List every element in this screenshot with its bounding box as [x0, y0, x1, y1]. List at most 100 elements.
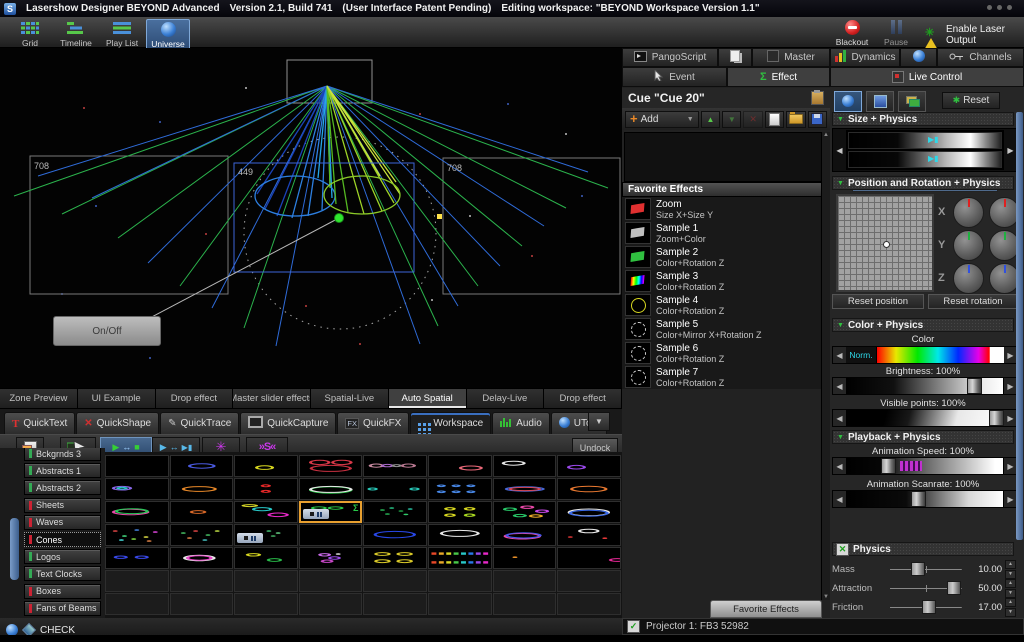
- sidebar-item-boxes[interactable]: Boxes: [24, 584, 101, 599]
- grid-cell[interactable]: [428, 455, 492, 477]
- grid-cell[interactable]: [234, 455, 298, 477]
- zone-tab-drop-effect[interactable]: Drop effect: [544, 388, 622, 409]
- physics-slider-track[interactable]: [887, 581, 965, 595]
- grid-cell[interactable]: [493, 593, 557, 615]
- grid-cell[interactable]: [105, 501, 169, 523]
- grid-cell[interactable]: Σ: [299, 501, 363, 523]
- tab-dynamics[interactable]: Dynamics: [830, 48, 900, 67]
- delete-effect-button[interactable]: ✕: [743, 111, 762, 128]
- grid-cell[interactable]: [557, 524, 621, 546]
- sidebar-item-waves[interactable]: Waves: [24, 515, 101, 530]
- yellow-handle-dot[interactable]: [437, 214, 442, 219]
- grid-cell[interactable]: [557, 547, 621, 569]
- favorite-effect-item[interactable]: Sample 1Zoom+Color: [622, 221, 822, 245]
- slider-left-arrow[interactable]: ◀: [833, 146, 846, 155]
- grid-cell[interactable]: [299, 455, 363, 477]
- sidebar-item-cones[interactable]: Cones: [24, 532, 101, 547]
- grid-cell[interactable]: [557, 455, 621, 477]
- grid-cell[interactable]: [234, 478, 298, 500]
- cue-clipboard-icon[interactable]: [811, 91, 824, 105]
- position-knob-y[interactable]: [953, 230, 984, 261]
- grid-cell[interactable]: [428, 501, 492, 523]
- grid-cell[interactable]: [428, 593, 492, 615]
- enable-laser-button[interactable]: ✳: [920, 21, 942, 39]
- grid-cell[interactable]: [170, 547, 234, 569]
- quick-tabs-dropdown-button[interactable]: ▼: [588, 412, 610, 431]
- spinner-up-button[interactable]: ▲: [1005, 560, 1016, 569]
- favorite-effects-bottom-tab[interactable]: Favorite Effects: [710, 600, 822, 618]
- grid-cell[interactable]: [363, 455, 427, 477]
- window-control-dot[interactable]: [987, 5, 992, 10]
- size-y-marker[interactable]: ▶▮: [928, 154, 939, 164]
- animation-scanrate-track[interactable]: [846, 491, 1004, 507]
- grid-cell[interactable]: [363, 501, 427, 523]
- section-playback-physics[interactable]: ▼ Playback + Physics: [832, 430, 1014, 444]
- size-x-slider[interactable]: ▶▮: [848, 132, 1002, 149]
- grid-cell[interactable]: [557, 478, 621, 500]
- grid-cell[interactable]: [557, 570, 621, 592]
- section-size-physics[interactable]: ▼ Size + Physics: [832, 112, 1014, 126]
- favorite-effect-item[interactable]: Sample 6Color+Rotation Z: [622, 341, 822, 365]
- move-down-button[interactable]: ▼: [722, 111, 741, 128]
- visible-points-handle[interactable]: [989, 410, 1004, 426]
- slider-left-arrow[interactable]: ◀: [833, 347, 846, 363]
- view-button-timeline[interactable]: Timeline: [54, 19, 98, 51]
- zone-tab-zone-preview[interactable]: Zone Preview: [0, 388, 78, 409]
- zone-tab-auto-spatial[interactable]: Auto Spatial: [389, 388, 467, 409]
- spinner-up-button[interactable]: ▲: [1005, 579, 1016, 588]
- zone-tab-delay-live[interactable]: Delay-Live: [467, 388, 545, 409]
- blackout-button[interactable]: Blackout: [830, 19, 874, 48]
- tab-channels[interactable]: Channels: [937, 48, 1024, 67]
- sidebar-item-text-clocks[interactable]: Text Clocks: [24, 566, 101, 581]
- grid-cell[interactable]: [299, 524, 363, 546]
- grid-cell[interactable]: [428, 547, 492, 569]
- sidebar-item-bckgrnds-3[interactable]: Bckgrnds 3: [24, 448, 101, 461]
- grid-cell[interactable]: [428, 570, 492, 592]
- brightness-handle[interactable]: [967, 378, 982, 394]
- section-position-rotation[interactable]: ▼ Position and Rotation + Physics: [832, 176, 1014, 190]
- grid-cell[interactable]: [105, 593, 169, 615]
- enable-laser-label[interactable]: Enable Laser Output: [946, 24, 1024, 46]
- zone-tab-master-slider-effects[interactable]: Master slider effects: [233, 388, 311, 409]
- slider-left-arrow[interactable]: ◀: [833, 410, 846, 426]
- animation-scanrate-handle[interactable]: [911, 491, 926, 507]
- favorite-effect-item[interactable]: Sample 2Color+Rotation Z: [622, 245, 822, 269]
- grid-cell[interactable]: [170, 478, 234, 500]
- color-mode-chip[interactable]: Norm.: [846, 347, 877, 363]
- grid-cell[interactable]: [234, 501, 298, 523]
- favorites-scrollbar[interactable]: ▲▼: [821, 132, 830, 600]
- live-mode-globe-button[interactable]: [834, 91, 862, 112]
- grid-cell[interactable]: [299, 570, 363, 592]
- scroll-thumb[interactable]: [1016, 112, 1023, 540]
- tab-master[interactable]: Master: [752, 48, 830, 67]
- favorite-effect-item[interactable]: Sample 7Color+Rotation Z: [622, 365, 822, 389]
- center-handle-dot[interactable]: [335, 214, 344, 223]
- move-up-button[interactable]: ▲: [701, 111, 720, 128]
- color-gradient-track[interactable]: [877, 347, 1004, 363]
- reset-position-button[interactable]: Reset position: [832, 294, 924, 309]
- window-control-dot[interactable]: [997, 5, 1002, 10]
- grid-cell[interactable]: [557, 501, 621, 523]
- slider-left-arrow[interactable]: ◀: [833, 491, 846, 507]
- sidebar-item-fans-of-beams[interactable]: Fans of Beams: [24, 601, 101, 616]
- section-physics[interactable]: ✕ Physics: [832, 542, 1014, 556]
- grid-cell[interactable]: [363, 547, 427, 569]
- zone-rect-left[interactable]: [30, 156, 228, 294]
- grid-cell[interactable]: [234, 570, 298, 592]
- physics-slider-track[interactable]: [887, 562, 965, 576]
- favorite-effect-item[interactable]: Sample 3Color+Rotation Z: [622, 269, 822, 293]
- window-control-dot[interactable]: [1007, 5, 1012, 10]
- tab-effect[interactable]: ΣEffect: [727, 67, 830, 87]
- grid-cell[interactable]: [428, 478, 492, 500]
- onoff-button[interactable]: On/Off: [53, 316, 161, 346]
- visible-points-track[interactable]: [846, 410, 1004, 426]
- grid-cell[interactable]: [170, 501, 234, 523]
- grid-cell[interactable]: [170, 455, 234, 477]
- grid-cell[interactable]: [493, 524, 557, 546]
- tab-pangoscript[interactable]: PangoScript: [622, 48, 718, 67]
- laser-preview-panel[interactable]: 708 449 708 On/Off: [0, 48, 623, 388]
- grid-cell[interactable]: [493, 455, 557, 477]
- new-effect-button[interactable]: [765, 111, 784, 128]
- grid-cell[interactable]: [493, 547, 557, 569]
- open-effect-button[interactable]: [786, 111, 805, 128]
